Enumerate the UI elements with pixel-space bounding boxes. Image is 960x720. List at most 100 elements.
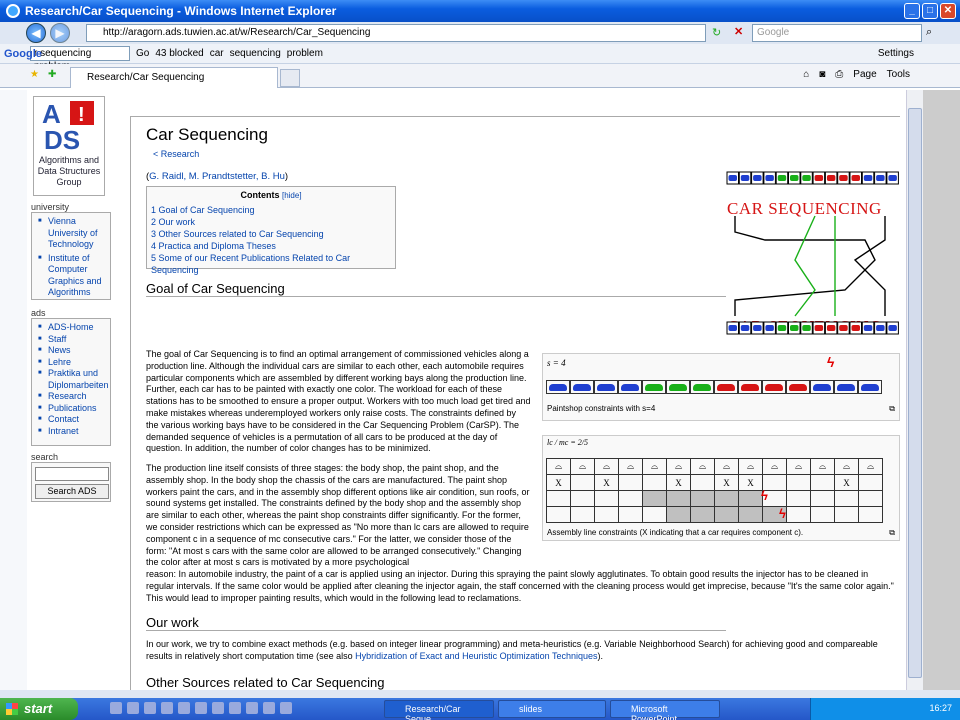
car-outline-icon: ⌓ (762, 458, 787, 475)
page-menu[interactable]: Page (853, 69, 876, 80)
status-bar (0, 690, 960, 698)
app-icon[interactable] (263, 702, 275, 714)
nav-contact[interactable]: Contact (38, 414, 110, 426)
car-icon (693, 383, 711, 391)
search-term-problem[interactable]: problem (287, 48, 323, 59)
tab-active[interactable]: Research/Car Sequencing (70, 67, 278, 88)
car-icon (837, 383, 855, 391)
nav-news[interactable]: News (38, 345, 110, 357)
app-icon[interactable] (212, 702, 224, 714)
grid-cell (810, 474, 835, 491)
nav-staff[interactable]: Staff (38, 334, 110, 346)
car-outline-icon: ⌓ (666, 458, 691, 475)
breadcrumb-research[interactable]: < Research (153, 149, 199, 159)
car-icon (765, 325, 774, 331)
settings-button[interactable]: Settings (878, 48, 914, 59)
car-icon (777, 175, 787, 181)
car-sequencing-figure: CAR SEQUENCING CAR SEQUENCING (726, 171, 899, 336)
car-icon (790, 325, 799, 331)
close-button[interactable]: ✕ (940, 3, 956, 19)
app-icon[interactable] (144, 702, 156, 714)
toc-item-3[interactable]: 3 Other Sources related to Car Sequencin… (151, 228, 395, 240)
nav-institute[interactable]: Institute of Computer Graphics and Algor… (38, 253, 104, 299)
tools-menu[interactable]: Tools (887, 69, 910, 80)
enlarge-icon[interactable]: ⧉ (889, 528, 895, 538)
google-toolbar: Google r sequencing problem Go 43 blocke… (0, 44, 960, 72)
app-icon[interactable] (195, 702, 207, 714)
task-powerpoint[interactable]: Microsoft PowerPoint ... (610, 700, 720, 720)
search-input[interactable]: Google (752, 24, 922, 42)
app-icon[interactable] (246, 702, 258, 714)
search-term-sequencing[interactable]: sequencing (230, 48, 281, 59)
toc-item-2[interactable]: 2 Our work (151, 216, 395, 228)
clock: 16:27 (929, 703, 952, 713)
address-input[interactable]: http://aragorn.ads.tuwien.ac.at/w/Resear… (86, 24, 706, 42)
car-icon (621, 383, 639, 391)
forward-button[interactable]: ▶ (50, 23, 70, 43)
nav-ads-home[interactable]: ADS-Home (38, 322, 110, 334)
violation-bolt-icon: ϟ (827, 354, 835, 370)
new-tab-button[interactable] (280, 69, 300, 87)
app-icon[interactable] (280, 702, 292, 714)
add-favorites-icon[interactable]: ✚ (48, 69, 56, 80)
car-cell (690, 380, 714, 394)
back-button[interactable]: ◀ (26, 23, 46, 43)
app-icon[interactable] (229, 702, 241, 714)
grid-cell (594, 490, 619, 507)
maximize-button[interactable]: □ (922, 3, 938, 19)
quick-launch (110, 702, 292, 714)
title-bar[interactable]: Research/Car Sequencing - Windows Intern… (0, 0, 960, 22)
vertical-scrollbar[interactable] (906, 90, 923, 690)
start-button[interactable]: start (0, 698, 78, 720)
scrollbar-thumb[interactable] (908, 108, 922, 678)
authors-link[interactable]: G. Raidl, M. Prandtstetter, B. Hu (149, 171, 285, 182)
site-search-input[interactable] (35, 467, 109, 481)
nav-publications[interactable]: Publications (38, 403, 110, 415)
heading-other-sources: Other Sources related to Car Sequencing (146, 675, 726, 690)
search-icon[interactable]: ⌕ (926, 26, 932, 39)
nav-praktika[interactable]: Praktika und Diplomarbeiten (38, 368, 109, 391)
hybridization-link[interactable]: Hybridization of Exact and Heuristic Opt… (355, 651, 597, 661)
desktop-icon[interactable] (127, 702, 139, 714)
car-outline-icon: ⌓ (834, 458, 859, 475)
car-icon (888, 325, 897, 331)
search-term-car[interactable]: car (210, 48, 224, 59)
home-icon[interactable]: ⌂ (803, 69, 809, 80)
car-icon (839, 325, 848, 331)
refresh-icon[interactable]: ↻ (712, 26, 721, 39)
car-icon (814, 325, 824, 331)
google-search-input[interactable]: r sequencing problem (30, 46, 130, 72)
toc-item-1[interactable]: 1 Goal of Car Sequencing (151, 204, 395, 216)
grid-cell (546, 490, 571, 507)
favorites-star-icon[interactable]: ★ (30, 69, 39, 80)
minimize-button[interactable]: _ (904, 3, 920, 19)
task-slides[interactable]: slides (498, 700, 606, 718)
toc-hide-link[interactable]: [hide] (282, 191, 302, 200)
article-content: Car Sequencing < Research (G. Raidl, M. … (130, 116, 900, 690)
car-outline-icon: ⌓ (786, 458, 811, 475)
task-ie[interactable]: Research/Car Seque... (384, 700, 494, 720)
nav-lehre[interactable]: Lehre (38, 357, 110, 369)
print-icon[interactable]: ⎙ (835, 69, 843, 80)
car-outline-icon: ⌓ (570, 458, 595, 475)
stop-icon[interactable]: ✕ (734, 25, 743, 38)
ads-logo[interactable]: A ! DS Algorithms and Data Structures Gr… (33, 96, 105, 196)
nav-vienna-university[interactable]: Vienna University of Technology (38, 216, 98, 251)
ie-quicklaunch-icon[interactable] (110, 702, 122, 714)
go-button[interactable]: Go (136, 48, 149, 59)
toc-item-4[interactable]: 4 Practica and Diploma Theses (151, 240, 395, 252)
search-ads-button[interactable]: Search ADS (35, 484, 109, 499)
left-margin (0, 90, 27, 690)
popup-blocked-label[interactable]: 43 blocked (155, 48, 203, 59)
violation-bolt-icon: ϟ (779, 506, 786, 521)
app-icon[interactable] (178, 702, 190, 714)
nav-intranet[interactable]: Intranet (38, 426, 110, 438)
word-icon[interactable] (161, 702, 173, 714)
car-cell (762, 380, 786, 394)
grid-cell (642, 490, 667, 507)
enlarge-icon[interactable]: ⧉ (889, 404, 895, 414)
feeds-icon[interactable]: ◙ (819, 69, 825, 80)
grid-cell (642, 506, 667, 523)
nav-research[interactable]: Research (38, 391, 110, 403)
toc-item-5[interactable]: 5 Some of our Recent Publications Relate… (151, 252, 395, 276)
